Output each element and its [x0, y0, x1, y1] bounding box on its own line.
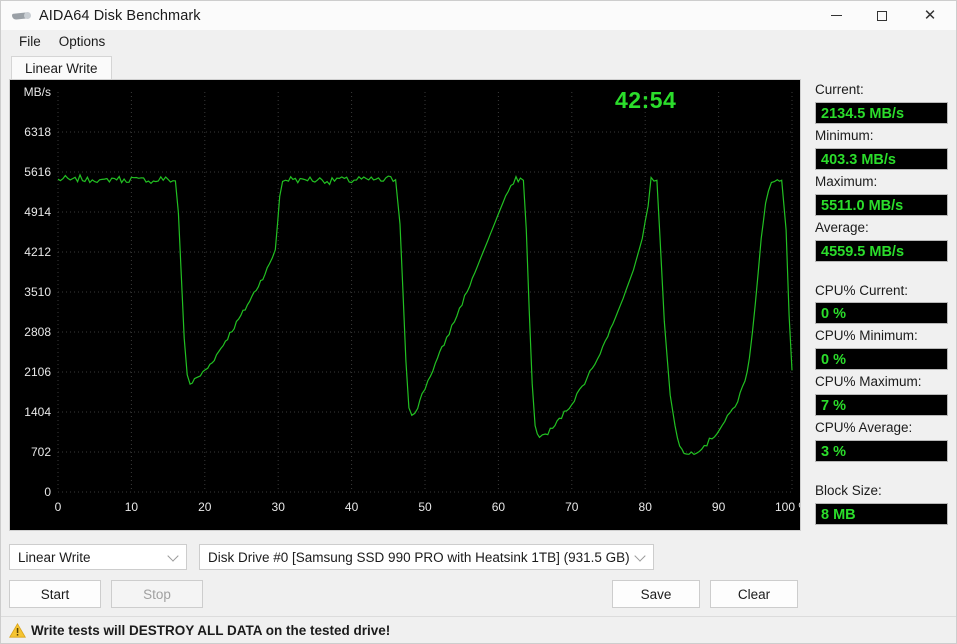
stat-block: CPU% Maximum: 7 %: [815, 374, 948, 417]
stat-block: CPU% Current: 0 %: [815, 283, 948, 325]
title-bar: AIDA64 Disk Benchmark ✕: [1, 1, 956, 30]
disk-icon: [12, 8, 32, 24]
stat-block: Block Size: 8 MB: [815, 483, 948, 525]
stop-button[interactable]: Stop: [111, 580, 203, 608]
menu-item-file[interactable]: File: [10, 32, 50, 51]
stat-value: 5511.0 MB/s: [815, 193, 948, 216]
svg-text:2808: 2808: [24, 325, 51, 339]
tab-strip: Linear Write: [1, 53, 956, 80]
svg-text:10: 10: [125, 500, 139, 514]
clear-button[interactable]: Clear: [710, 580, 798, 608]
minimize-icon: [831, 15, 842, 16]
chevron-down-icon: [167, 550, 179, 562]
svg-text:0: 0: [44, 485, 51, 499]
close-button[interactable]: ✕: [904, 1, 956, 30]
stat-block: Average: 4559.5 MB/s: [815, 220, 948, 262]
test-mode-value: Linear Write: [18, 549, 91, 565]
svg-text:30: 30: [272, 500, 286, 514]
selector-row: Linear Write Disk Drive #0 [Samsung SSD …: [9, 544, 948, 570]
svg-text:702: 702: [31, 445, 51, 459]
maximize-icon: [876, 10, 887, 21]
stat-value: 7 %: [815, 394, 948, 417]
stat-value: 4559.5 MB/s: [815, 239, 948, 262]
stat-value: 2134.5 MB/s: [815, 101, 948, 124]
stat-block: CPU% Average: 3 %: [815, 420, 948, 462]
svg-text:1404: 1404: [24, 405, 51, 419]
benchmark-chart: 0 702 1404 2106 2808 3510 4212 4914 5616 6318 MB/s…: [9, 79, 801, 531]
close-icon: ✕: [923, 7, 937, 24]
stat-value: 403.3 MB/s: [815, 147, 948, 170]
stat-block: Current: 2134.5 MB/s: [815, 82, 948, 124]
svg-text:0: 0: [55, 500, 62, 514]
stat-value: 0 %: [815, 302, 948, 325]
chart-tick-labels: 0 702 1404 2106 2808 3510 4212 4914 5616 6318 MB/s…: [24, 85, 800, 514]
svg-text:70: 70: [565, 500, 579, 514]
stat-label: CPU% Minimum:: [815, 328, 918, 344]
chart-canvas: 0 702 1404 2106 2808 3510 4212 4914 5616 6318 MB/s…: [24, 85, 800, 514]
stat-block: Maximum: 5511.0 MB/s: [815, 174, 948, 216]
start-button[interactable]: Start: [9, 580, 101, 608]
window-buttons: ✕: [814, 1, 956, 30]
stat-label: CPU% Current:: [815, 282, 909, 298]
svg-text:50: 50: [418, 500, 432, 514]
svg-text:90: 90: [712, 500, 726, 514]
stat-block: Minimum: 403.3 MB/s: [815, 128, 948, 170]
svg-text:80: 80: [639, 500, 653, 514]
svg-text:5616: 5616: [24, 165, 51, 179]
button-row: Start Stop Save Clear: [9, 580, 948, 608]
svg-text:20: 20: [198, 500, 212, 514]
minimize-button[interactable]: [814, 1, 859, 30]
menu-item-options[interactable]: Options: [50, 32, 115, 51]
svg-text:3510: 3510: [24, 285, 51, 299]
svg-text:2106: 2106: [24, 365, 51, 379]
statistics-panel: Current: 2134.5 MB/s Minimum: 403.3 MB/s Max…: [801, 79, 948, 536]
test-mode-select[interactable]: Linear Write: [9, 544, 187, 570]
main-content: 0 702 1404 2106 2808 3510 4212 4914 5616 6318 MB/s…: [1, 79, 956, 536]
warning-bar: Write tests will DESTROY ALL DATA on the…: [1, 616, 956, 643]
drive-select[interactable]: Disk Drive #0 [Samsung SSD 990 PRO with …: [199, 544, 654, 570]
stat-value: 8 MB: [815, 502, 948, 525]
svg-text:MB/s: MB/s: [24, 85, 51, 99]
maximize-button[interactable]: [859, 1, 904, 30]
stat-value: 0 %: [815, 348, 948, 371]
warning-triangle-icon: [9, 622, 26, 638]
stat-label: CPU% Average:: [815, 420, 913, 436]
svg-text:6318: 6318: [24, 125, 51, 139]
stat-block: CPU% Minimum: 0 %: [815, 328, 948, 371]
menu-bar: File Options: [1, 30, 956, 53]
stat-label: Average:: [815, 219, 869, 235]
stat-label: Maximum:: [815, 173, 878, 189]
stat-label: Current:: [815, 82, 864, 97]
stat-label: Minimum:: [815, 127, 874, 143]
svg-text:60: 60: [492, 500, 506, 514]
warning-message: Write tests will DESTROY ALL DATA on the…: [31, 622, 391, 638]
window-title: AIDA64 Disk Benchmark: [39, 7, 201, 24]
chart-gridlines: [57, 92, 793, 493]
control-panel: Linear Write Disk Drive #0 [Samsung SSD …: [1, 536, 956, 608]
chevron-down-icon: [634, 550, 646, 562]
stat-label: Block Size:: [815, 483, 882, 498]
aida64-disk-benchmark-window: AIDA64 Disk Benchmark ✕ File Options Lin…: [0, 0, 957, 644]
svg-text:4914: 4914: [24, 205, 51, 219]
stat-value: 3 %: [815, 440, 948, 462]
elapsed-timer: 42:54: [615, 87, 677, 113]
tab-linear-write[interactable]: Linear Write: [11, 56, 112, 80]
save-button[interactable]: Save: [612, 580, 700, 608]
svg-text:40: 40: [345, 500, 359, 514]
svg-text:4212: 4212: [24, 245, 51, 259]
drive-value: Disk Drive #0 [Samsung SSD 990 PRO with …: [208, 549, 630, 565]
svg-text:100 %: 100 %: [775, 500, 800, 514]
stat-label: CPU% Maximum:: [815, 374, 922, 390]
